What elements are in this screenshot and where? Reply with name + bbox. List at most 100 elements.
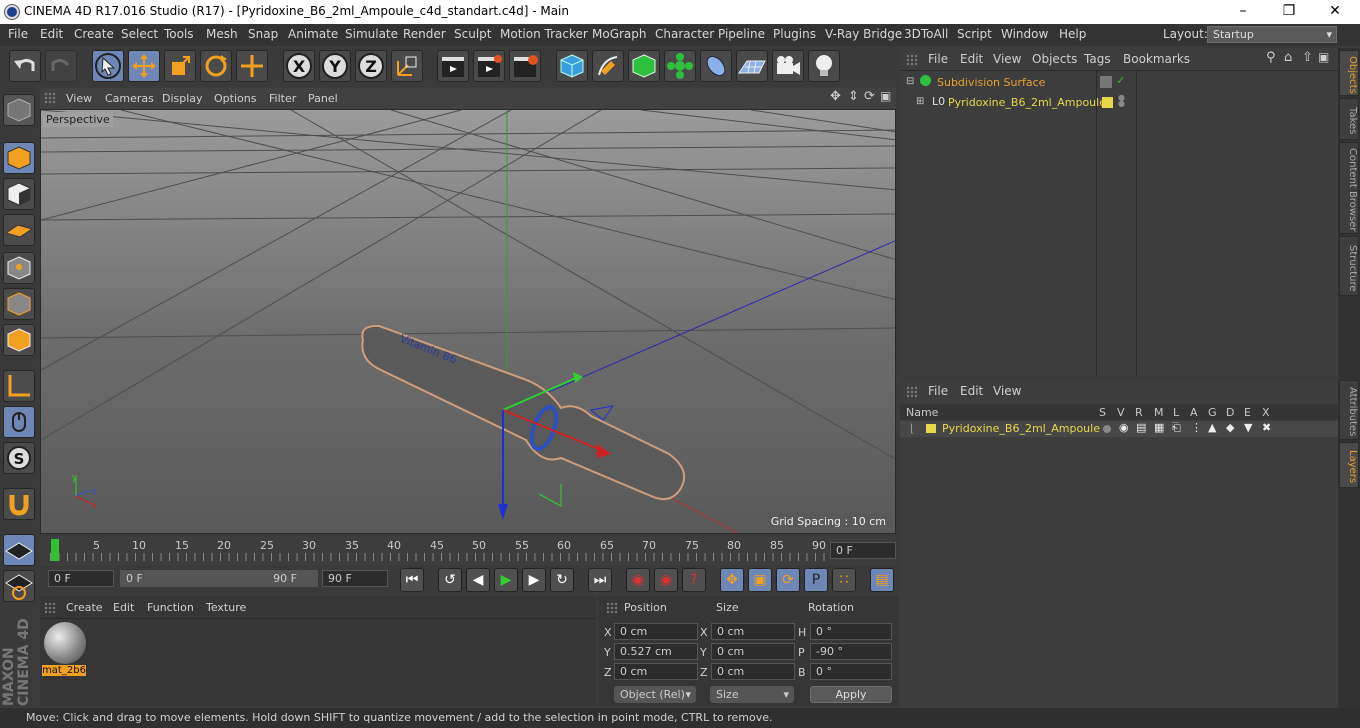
- viewport-move-icon[interactable]: ✥: [830, 89, 841, 104]
- rotate-tool-button[interactable]: [200, 50, 232, 82]
- array-mograph-button[interactable]: [664, 50, 696, 82]
- next-key-button[interactable]: ↻: [550, 568, 574, 592]
- size-z-field[interactable]: 0 cm: [711, 663, 795, 680]
- key-parameter-button[interactable]: P: [804, 568, 828, 592]
- deformer-flag-icon[interactable]: ◆: [1226, 421, 1234, 434]
- render-settings-button[interactable]: [509, 50, 541, 82]
- tab-layers[interactable]: Layers: [1339, 442, 1359, 488]
- viewport-rotate-icon[interactable]: ⟳: [864, 89, 875, 104]
- menu-help[interactable]: Help: [1059, 27, 1086, 41]
- camera-object-button[interactable]: [772, 50, 804, 82]
- timeline-ruler[interactable]: 0 5 10 15 20 25 30 35 40 45 50 55 60 65 …: [40, 536, 896, 566]
- menu-character[interactable]: Character: [655, 27, 714, 41]
- visibility-dots-icon[interactable]: ● ●: [1118, 94, 1125, 108]
- frame-range-slider[interactable]: 0 F 90 F: [120, 570, 318, 587]
- viewport-menu-panel[interactable]: Panel: [308, 92, 338, 105]
- menu-mograph[interactable]: MoGraph: [592, 27, 647, 41]
- menu-edit[interactable]: Edit: [40, 27, 63, 41]
- menu-motion-tracker[interactable]: Motion Tracker: [500, 27, 588, 41]
- object-menu-edit[interactable]: Edit: [960, 52, 983, 66]
- menu-mesh[interactable]: Mesh: [206, 27, 238, 41]
- object-row-subdivision[interactable]: ⊟ Subdivision Surface ✓: [900, 74, 1338, 92]
- material-menu-create[interactable]: Create: [66, 601, 103, 614]
- rotation-b-field[interactable]: 0 °: [810, 663, 892, 680]
- menu-tools[interactable]: Tools: [164, 27, 194, 41]
- tab-attributes[interactable]: Attributes: [1339, 380, 1359, 440]
- model-mode-button[interactable]: [3, 142, 35, 174]
- menu-file[interactable]: File: [8, 27, 28, 41]
- end-frame-field[interactable]: 90 F: [322, 570, 388, 587]
- checkmark-icon[interactable]: ✓: [1116, 74, 1125, 87]
- menu-animate[interactable]: Animate: [288, 27, 338, 41]
- manager-flag-icon[interactable]: ▦: [1154, 421, 1164, 434]
- tab-takes[interactable]: Takes: [1339, 98, 1359, 140]
- 3d-viewport[interactable]: Vitamin B6 y z x Perspective Grid Spacin…: [40, 109, 896, 534]
- menu-plugins[interactable]: Plugins: [773, 27, 816, 41]
- tab-objects[interactable]: Objects: [1339, 50, 1359, 96]
- maximize-button[interactable]: ❐: [1266, 0, 1312, 24]
- generator-flag-icon[interactable]: ▲: [1208, 421, 1216, 434]
- floor-object-button[interactable]: [736, 50, 768, 82]
- timeline-window-button[interactable]: ▤: [870, 568, 894, 592]
- transform-tool-button[interactable]: [236, 50, 268, 82]
- redo-button[interactable]: [45, 50, 77, 82]
- deformer-button[interactable]: [700, 50, 732, 82]
- go-to-start-button[interactable]: ⏮: [400, 568, 424, 592]
- snap-toggle-button[interactable]: [3, 488, 35, 520]
- cube-object-button[interactable]: [556, 50, 588, 82]
- home-icon[interactable]: ⌂: [1284, 50, 1292, 65]
- menu-snap[interactable]: Snap: [248, 27, 278, 41]
- render-picture-viewer-button[interactable]: [473, 50, 505, 82]
- viewport-menu-cameras[interactable]: Cameras: [105, 92, 154, 105]
- menu-script[interactable]: Script: [957, 27, 992, 41]
- menu-pipeline[interactable]: Pipeline: [718, 27, 765, 41]
- position-z-field[interactable]: 0 cm: [614, 663, 698, 680]
- record-keys-button[interactable]: ◉: [626, 568, 650, 592]
- solo-mode-button[interactable]: S: [3, 442, 35, 474]
- material-menu-texture[interactable]: Texture: [206, 601, 246, 614]
- viewport-zoom-icon[interactable]: ⇕: [848, 89, 859, 104]
- coordinate-mode-select[interactable]: Object (Rel) ▾: [614, 686, 696, 703]
- keyframe-selection-button[interactable]: ?: [682, 568, 706, 592]
- menu-3dtoall[interactable]: 3DToAll: [904, 27, 948, 41]
- material-swatch[interactable]: mat_2b6: [42, 622, 86, 680]
- viewport-maximize-icon[interactable]: ▣: [880, 89, 891, 103]
- object-menu-objects[interactable]: Objects: [1032, 52, 1077, 66]
- play-button[interactable]: ▶: [494, 568, 518, 592]
- key-scale-button[interactable]: ▣: [748, 568, 772, 592]
- position-x-field[interactable]: 0 cm: [614, 623, 698, 640]
- render-view-button[interactable]: [437, 50, 469, 82]
- texture-mode-button[interactable]: [3, 178, 35, 210]
- axis-mode-button[interactable]: [3, 370, 35, 402]
- menu-vray-bridge[interactable]: V-Ray Bridge: [825, 27, 902, 41]
- animation-flag-icon[interactable]: ⋮: [1191, 421, 1202, 434]
- workplane-lock-button[interactable]: [3, 534, 35, 566]
- go-to-end-button[interactable]: ⏭: [588, 568, 612, 592]
- menu-create[interactable]: Create: [74, 27, 114, 41]
- viewport-menu-options[interactable]: Options: [214, 92, 256, 105]
- layer-menu-edit[interactable]: Edit: [960, 384, 983, 398]
- workplane-mode-button[interactable]: [3, 214, 35, 246]
- key-pla-button[interactable]: ∷: [832, 568, 856, 592]
- editor-visibility-icon[interactable]: [1100, 76, 1112, 88]
- ampoule-object[interactable]: Vitamin B6: [361, 324, 685, 501]
- key-rotation-button[interactable]: ⟳: [776, 568, 800, 592]
- object-row-ampoule[interactable]: ⊞ L0 Pyridoxine_B6_2ml_Ampoule ● ●: [900, 94, 1338, 112]
- previous-frame-button[interactable]: ◀: [466, 568, 490, 592]
- undo-button[interactable]: [9, 50, 41, 82]
- workplane-align-button[interactable]: [3, 570, 35, 602]
- coordinate-system-button[interactable]: [391, 50, 423, 82]
- expression-flag-icon[interactable]: ▼: [1244, 421, 1252, 434]
- close-button[interactable]: ✕: [1312, 0, 1358, 24]
- edges-mode-button[interactable]: [3, 288, 35, 320]
- layout-select[interactable]: Startup ▾: [1207, 26, 1337, 43]
- visible-flag-icon[interactable]: ◉: [1119, 421, 1129, 434]
- autokeying-button[interactable]: ◉: [654, 568, 678, 592]
- object-menu-file[interactable]: File: [928, 52, 948, 66]
- apply-button[interactable]: Apply: [810, 686, 892, 703]
- layer-color-swatch[interactable]: [926, 424, 936, 433]
- layer-menu-view[interactable]: View: [993, 384, 1021, 398]
- position-y-field[interactable]: 0.527 cm: [614, 643, 698, 660]
- tab-content-browser[interactable]: Content Browser: [1339, 142, 1359, 234]
- search-icon[interactable]: ⚲: [1266, 50, 1276, 65]
